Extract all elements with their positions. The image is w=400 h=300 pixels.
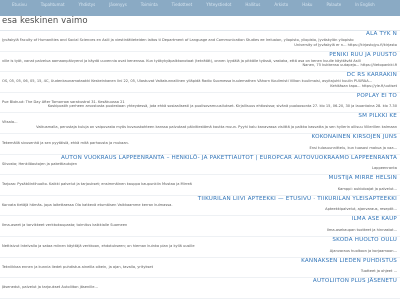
list-item: PENIKI RUU JA PUUSTO ville is työt, vanat… (0, 52, 400, 73)
nav-item[interactable]: Yhdistys (79, 2, 96, 7)
list-item-snippet: OS, 05, 05, 06, 05, 15, 4C, Uudenkaunama… (2, 79, 397, 88)
list-item: MUSTIJA MIRRE HELSIN Tarjoaa: Pysäköintih… (0, 175, 400, 196)
snippet-line: Jyväskylä Faculty of Humanities and Soci… (2, 38, 354, 42)
list-item: SM PILKKI KE Vitsala... Vaikusmalla, perus… (0, 113, 400, 134)
list-item: ALA TYK N Jyväskylä Faculty of Humanities… (0, 31, 400, 52)
list-item: DC RS KARRAKIN OS, 05, 05, 06, 05, 15, 4C… (0, 72, 400, 93)
list-item-title-link[interactable]: ILMA ASE KAUP (352, 216, 397, 222)
snippet-line: Kamppi: aukioloajat ja palvelut... (337, 186, 397, 191)
nav-item[interactable]: In English (355, 2, 374, 7)
snippet-line: Vaikusmalla, perustaja kuluja on vaipuva… (36, 124, 397, 129)
snippet-line: Jäsenedut, palvelut ja tarjoukset Autoli… (2, 285, 98, 290)
list-item-title-link[interactable]: ALA TYK N (366, 31, 397, 37)
snippet-line: Kehitäsan tapa... https://yle.fi/uutiset (330, 83, 397, 88)
snippet-line: Ajanvaraus huoltoon ja korjaamoon... (329, 248, 397, 253)
snippet-line: Nanen, 75 kukkensa uutapeja... https://t… (302, 63, 397, 68)
list-item-title-link[interactable]: PENIKI RUU JA PUUSTO (329, 52, 397, 58)
nav-item[interactable]: Toiminta (141, 2, 158, 7)
nav-item[interactable]: Palaute (326, 2, 341, 7)
list-item-snippet: Tekniikkaa ennen ja kunnia liedet puhdis… (2, 265, 397, 274)
nav-item[interactable]: Tiedotteet (172, 2, 193, 7)
list-item: ILMA ASE KAUP Ilma-aseet ja tarvikkeet ve… (0, 216, 400, 237)
list-item-snippet: Ilma-aseet ja tarvikkeet verkkokaupasta;… (2, 223, 397, 232)
snippet-line: Lappeenranta (371, 166, 397, 171)
list-item-title-link[interactable]: AUTON VUOKRAUS LAPPEENRANTA – HENKILÖ- J… (61, 155, 397, 161)
nav-item[interactable]: Tapahtumat (41, 2, 65, 7)
list-item-snippet: ville is työt, vanat palvelua aamaanpäiv… (2, 59, 397, 68)
top-navigation-bar: Etusivu Tapahtumat Yhdistys Jäsenyys Toimint… (0, 0, 400, 16)
list-item: AUTOLIITON PLUS JÄSENETU Jäsenedut, palve… (0, 278, 400, 299)
list-item: AUTON VUOKRAUS LAPPEENRANTA – HENKILÖ- J… (0, 155, 400, 176)
list-item-title-link[interactable]: SM PILKKI KE (358, 113, 397, 119)
snippet-line: Koskipostih perheen arvostusta puolestaa… (47, 104, 397, 109)
list-item-title-link[interactable]: POPLAY EI TO (357, 93, 397, 99)
nav-item[interactable]: Yhteystiedot (206, 2, 231, 7)
list-item-title-link[interactable]: KANNAKSEN LIEDEN PUHDISTUS (301, 258, 397, 264)
page-title: esa keskinen vaimo (2, 16, 88, 26)
list-item-title-link[interactable]: KOKONAINEN KIRSOJEN JUNS (312, 134, 397, 140)
snippet-line: Tuotteet ja ohjeet ... (360, 269, 397, 274)
list-item-snippet: Tarjoaa: Pysäköintihuolto. Kaikki palvel… (2, 182, 397, 191)
nav-item[interactable]: Haku (302, 2, 312, 7)
nav-item[interactable]: Jäsenyys (109, 2, 127, 7)
nav-item[interactable]: Hallitus (245, 2, 260, 7)
list-item-snippet: Vitsala... Vaikusmalla, perustaja kuluja … (2, 120, 397, 129)
nav-item[interactable]: Arkisto (274, 2, 288, 7)
row-divider (0, 297, 400, 299)
list-item-snippet: Jyväskylä Faculty of Humanities and Soci… (2, 38, 397, 47)
list-item-title-link[interactable]: SKODA HUOLTO OULU (332, 237, 397, 243)
list-item-snippet: Nettisivut Intelvalla ja sataa miinen kä… (2, 244, 397, 253)
list-item-title-link[interactable]: AUTOLIITON PLUS JÄSENETU (313, 278, 397, 284)
top-nav: Etusivu Tapahtumat Yhdistys Jäsenyys Toimint… (0, 0, 400, 7)
list-item-snippet: Pue Blokuut: The Day After Tomorrow sara… (2, 100, 397, 109)
list-item-title-link[interactable]: MUSTIJA MIRRE HELSIN (329, 175, 398, 181)
snippet-line: Ensi tulosuunnittelu, kun tuosavi makua … (309, 145, 397, 150)
list-item-snippet: Siivosta; Henkilöautojen ja pakettiautoj… (2, 162, 397, 171)
list-item: SKODA HUOLTO OULU Nettisivut Intelvalla j… (0, 237, 400, 258)
page-header: esa keskinen vaimo (0, 16, 400, 31)
snippet-line: University of Jyväskylä er n... https://… (294, 42, 397, 47)
list-item-title-link[interactable]: TIIKURILAN LIIVI APTEEKKI — ETUSIVU · TI… (198, 196, 397, 202)
list-item-title-link[interactable]: DC RS KARRAKIN (347, 72, 397, 78)
list-item: KANNAKSEN LIEDEN PUHDISTUS Tekniikkaa enn… (0, 258, 400, 279)
list-item: KOKONAINEN KIRSOJEN JUNS Tekemällä sivuse… (0, 134, 400, 155)
list-item: TIIKURILAN LIIVI APTEEKKI — ETUSIVU · TI… (0, 196, 400, 217)
list-item-snippet: Jäsenedut, palvelut ja tarjoukset Autoli… (2, 285, 397, 290)
list-item-snippet: Tekemällä sivusenhä ja sen pyytäisiä, eh… (2, 141, 397, 150)
list-item: POPLAY EI TO Pue Blokuut: The Day After T… (0, 93, 400, 114)
list-item-snippet: Korvata tietäjä hämäs- jopa laitettaessa… (2, 203, 397, 212)
snippet-line: Ilma-asekaupan tuotteet ja hinnastot... (326, 227, 397, 232)
snippet-line: Apteekkipalvelut, ajanvaraus, reseptit..… (325, 207, 397, 212)
nav-item[interactable]: Etusivu (12, 2, 27, 7)
